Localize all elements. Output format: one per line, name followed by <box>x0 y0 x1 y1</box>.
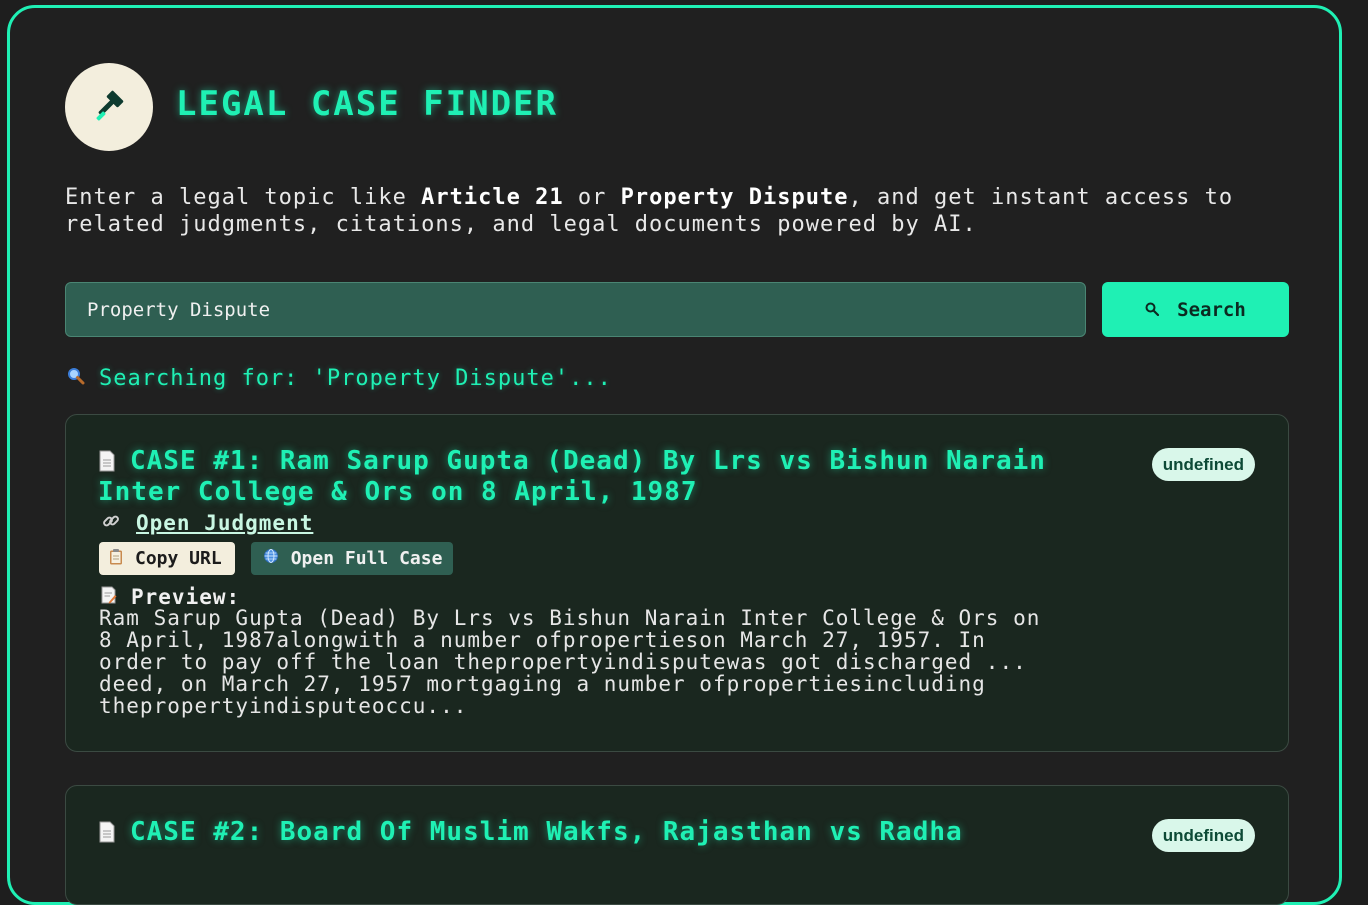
search-icon <box>1145 299 1160 321</box>
intro-part-2: or <box>563 185 621 210</box>
copy-url-label: Copy URL <box>135 548 222 569</box>
copy-url-button[interactable]: Copy URL <box>99 542 235 575</box>
case-card: CASE #2: Board Of Muslim Wakfs, Rajastha… <box>65 785 1289 905</box>
open-full-case-label: Open Full Case <box>290 548 443 569</box>
document-icon <box>98 450 116 478</box>
case-title: CASE #2: Board Of Muslim Wakfs, Rajastha… <box>98 818 1108 849</box>
case-title: CASE #1: Ram Sarup Gupta (Dead) By Lrs v… <box>98 447 1108 506</box>
search-input[interactable] <box>65 282 1086 337</box>
intro-text: Enter a legal topic like Article 21 or P… <box>65 184 1305 238</box>
globe-icon <box>263 548 279 569</box>
search-status-text: Searching for: 'Property Dispute'... <box>99 366 612 391</box>
case-card: CASE #1: Ram Sarup Gupta (Dead) By Lrs v… <box>65 414 1289 752</box>
open-full-case-button[interactable]: Open Full Case <box>250 542 454 575</box>
search-status: Searching for: 'Property Dispute'... <box>67 366 612 391</box>
case-title-text: CASE #2: Board Of Muslim Wakfs, Rajastha… <box>130 817 963 847</box>
intro-part-1: Enter a legal topic like <box>65 185 422 210</box>
app-title: LEGAL CASE FINDER <box>176 84 558 124</box>
case-actions: Copy URL Open Full Case <box>99 542 454 575</box>
example-topic-1: Article 21 <box>421 185 564 210</box>
search-button[interactable]: Search <box>1102 282 1289 337</box>
case-title-text: CASE #1: Ram Sarup Gupta (Dead) By Lrs v… <box>98 446 1046 507</box>
status-badge: undefined <box>1151 819 1255 852</box>
link-icon <box>102 512 120 534</box>
magnifier-icon <box>67 366 85 391</box>
open-judgment-link[interactable]: Open Judgment <box>136 511 313 535</box>
clipboard-icon <box>109 548 123 570</box>
gavel-icon <box>91 87 127 127</box>
example-topic-2: Property Dispute <box>620 185 849 210</box>
judgment-link-row: Open Judgment <box>102 511 313 535</box>
preview-text: Ram Sarup Gupta (Dead) By Lrs vs Bishun … <box>99 606 1041 718</box>
app-logo <box>65 63 153 151</box>
search-button-label: Search <box>1177 298 1246 321</box>
status-badge: undefined <box>1151 448 1255 481</box>
